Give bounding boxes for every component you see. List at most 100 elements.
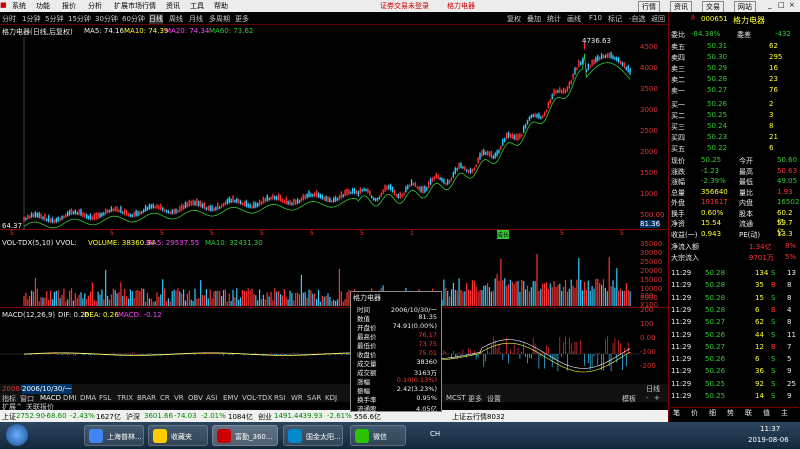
- time-tick: 5: [560, 230, 564, 237]
- tab-cr[interactable]: CR: [160, 394, 170, 402]
- sell-volume: 62: [769, 42, 778, 50]
- candle-body: [509, 133, 512, 138]
- tab-5min[interactable]: 5分钟: [45, 14, 63, 24]
- macd-chart[interactable]: MACD(12,26,9) DIF: 0.26 DEA: 0.26 MACD: …: [0, 292, 668, 384]
- btn-fuquan[interactable]: 复权: [507, 14, 521, 24]
- volume-bar: [599, 282, 601, 306]
- btn-tongji[interactable]: 统计: [547, 14, 561, 24]
- menu-item[interactable]: 扩展市场行情: [114, 1, 156, 11]
- tab-weekly[interactable]: 周线: [169, 14, 183, 24]
- maximize-icon[interactable]: □: [778, 1, 785, 9]
- taskbar-item-browser[interactable]: 上海普林...: [84, 425, 144, 446]
- tab-emv[interactable]: EMV: [223, 394, 238, 402]
- candle-body: [262, 196, 265, 204]
- menu-item[interactable]: 系统: [12, 1, 26, 11]
- close-icon[interactable]: ×: [789, 1, 795, 9]
- sell-row: 卖四 50.30 295: [671, 53, 799, 64]
- candle-body: [363, 188, 365, 191]
- volume-bar: [593, 288, 595, 306]
- tab-sar[interactable]: SAR: [307, 394, 321, 402]
- tab-1min[interactable]: 1分钟: [22, 14, 40, 24]
- minimize-icon[interactable]: _: [768, 1, 772, 9]
- taskbar-item-wechat[interactable]: 微信: [350, 425, 406, 446]
- zoom-out-button[interactable]: -: [646, 394, 649, 402]
- candle-body: [365, 189, 367, 192]
- tab-fenshi[interactable]: 分时: [2, 14, 16, 24]
- btn-zixuan[interactable]: -自选: [629, 14, 646, 24]
- tab-daily[interactable]: 日线: [149, 14, 163, 24]
- clock-time[interactable]: 11:37: [760, 425, 780, 433]
- tab-30min[interactable]: 30分钟: [95, 14, 118, 24]
- btn-f10[interactable]: F10: [589, 14, 602, 22]
- volume-bar: [492, 290, 494, 306]
- input-lang[interactable]: CH: [430, 430, 440, 438]
- tab-obv[interactable]: OBV: [188, 394, 203, 402]
- tab-multi[interactable]: 多周期: [209, 14, 230, 24]
- axis-tick: 3500: [640, 85, 658, 93]
- menu-item[interactable]: 帮助: [214, 1, 228, 11]
- menu-item[interactable]: 分析: [88, 1, 102, 11]
- tick-count: 8: [787, 293, 792, 302]
- menu-item[interactable]: 资讯: [166, 1, 180, 11]
- sell-volume: 76: [769, 86, 778, 94]
- tab-asi[interactable]: ASI: [206, 394, 217, 402]
- candle-body: [595, 56, 597, 63]
- candle-body: [182, 205, 185, 210]
- tab-macd[interactable]: MACD: [40, 394, 61, 402]
- tab-shi[interactable]: 势: [727, 408, 734, 418]
- btn-huaxian[interactable]: 画线: [567, 14, 581, 24]
- tab-rsi[interactable]: RSI: [274, 394, 285, 402]
- tab-trix[interactable]: TRIX: [117, 394, 133, 402]
- popup-value: 74.91(0.00%): [392, 322, 437, 330]
- candle-body: [359, 188, 361, 194]
- taskbar-item-fuqin[interactable]: 富勤_360...: [212, 425, 278, 446]
- volume-bar: [336, 299, 339, 306]
- tab-wr[interactable]: WR: [291, 394, 303, 402]
- candle-body: [388, 184, 390, 190]
- tab-jia[interactable]: 价: [691, 408, 698, 418]
- volume-bar: [532, 281, 534, 306]
- clock-date[interactable]: 2019-08-06: [748, 436, 789, 444]
- menu-item[interactable]: 工具: [190, 1, 204, 11]
- tab-15min[interactable]: 15分钟: [68, 14, 91, 24]
- btn-biaoji[interactable]: 标记: [608, 14, 622, 24]
- candle-body: [599, 57, 601, 60]
- tab-vr[interactable]: VR: [174, 394, 184, 402]
- tab-zhu[interactable]: 主: [781, 408, 788, 418]
- volume-chart[interactable]: VOL-TDX(5,10) VVOL: VOLUME: 38360.34 MA5…: [0, 238, 668, 309]
- menu-item[interactable]: 报价: [62, 1, 76, 11]
- candle-body: [502, 138, 504, 146]
- stat-value: 50.25: [701, 156, 722, 164]
- tab-kdj[interactable]: KDJ: [325, 394, 337, 402]
- tab-60min[interactable]: 60分钟: [122, 14, 145, 24]
- btn-fanhui[interactable]: 返回: [651, 14, 665, 24]
- tab-fsl[interactable]: FSL: [99, 394, 111, 402]
- tab-brar[interactable]: BRAR: [137, 394, 156, 402]
- tab-zhi[interactable]: 值: [763, 408, 770, 418]
- tab-monthly[interactable]: 月线: [189, 14, 203, 24]
- taskbar-item-guojin[interactable]: 国金太阳...: [283, 425, 343, 446]
- tab-dmi[interactable]: DMI: [63, 394, 77, 402]
- tab-bi[interactable]: 笔: [673, 408, 680, 418]
- candle-body: [334, 196, 337, 202]
- tab-lian[interactable]: 联: [745, 408, 752, 418]
- candle-body: [600, 53, 603, 59]
- tab-xi[interactable]: 细: [709, 408, 716, 418]
- candle-body: [361, 189, 363, 192]
- weicha-value: -432: [775, 30, 791, 38]
- volume-bar: [105, 269, 107, 306]
- volume-bar: [222, 290, 225, 306]
- taskbar-item-favorites[interactable]: 收藏夹: [148, 425, 208, 446]
- volume-bar: [72, 300, 74, 306]
- login-notice[interactable]: 证券交易未登录: [380, 1, 429, 11]
- tab-vol-tdx[interactable]: VOL-TDX: [242, 394, 272, 402]
- zoom-in-button[interactable]: +: [654, 394, 660, 402]
- start-button-icon[interactable]: [6, 424, 28, 446]
- tab-dma[interactable]: DMA: [80, 394, 96, 402]
- menu-item[interactable]: 功能: [36, 1, 50, 11]
- btn-diejia[interactable]: 叠加: [527, 14, 541, 24]
- tab-mcst[interactable]: MCST: [446, 394, 466, 402]
- flow-pct: 8%: [785, 242, 797, 250]
- tab-more[interactable]: 更多: [235, 14, 249, 24]
- kline-chart[interactable]: 4500 4000 3500 3000 2500 2000 1500 1000 …: [0, 37, 668, 230]
